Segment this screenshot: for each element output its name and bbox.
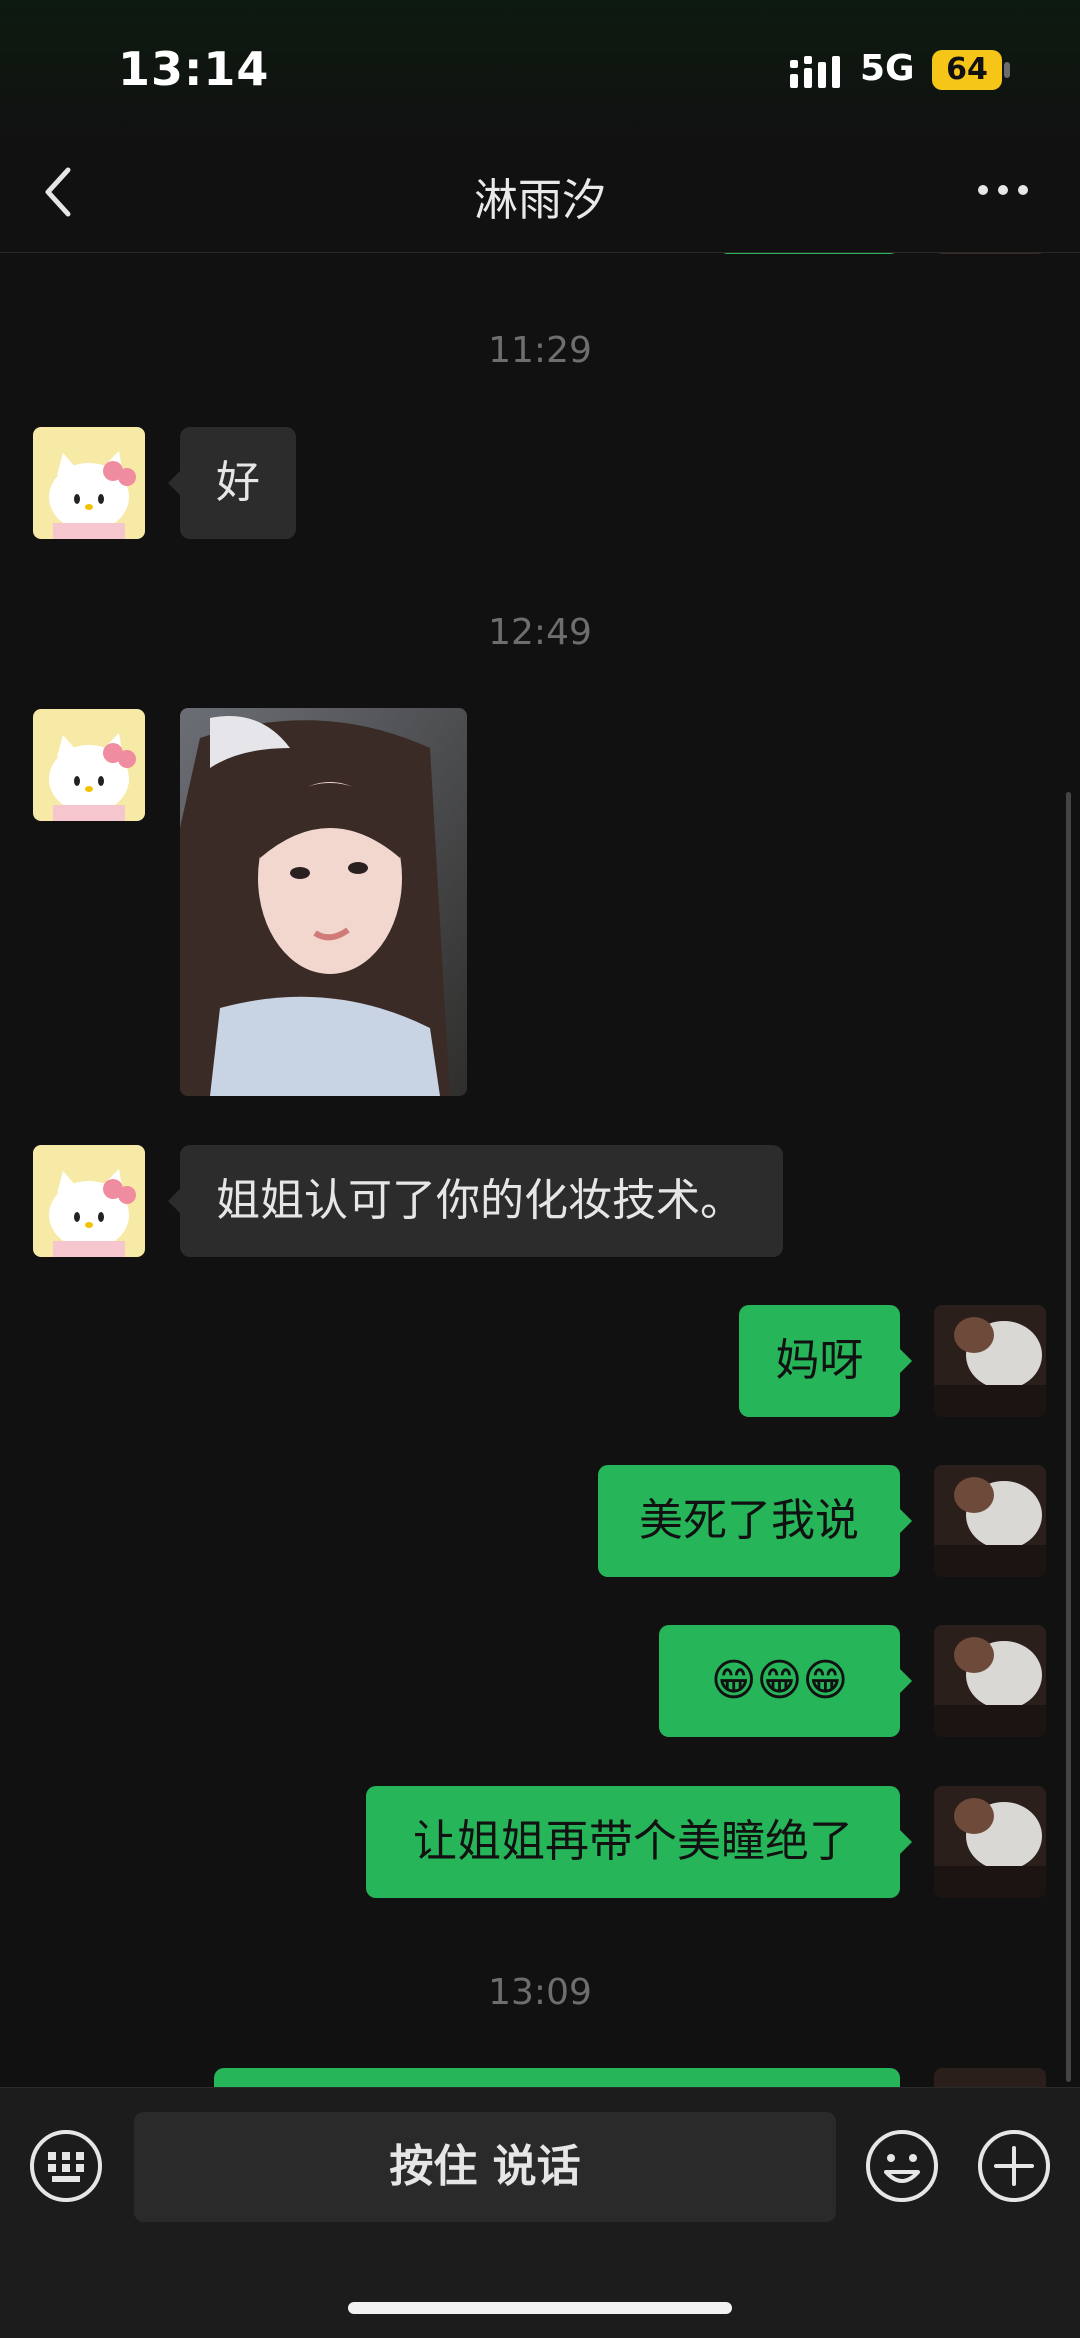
message-bubble-sent[interactable]: 😁😁😁 (659, 1625, 912, 1737)
chat-title: 淋雨汐 (474, 175, 606, 226)
next-sent-bubble (214, 2068, 900, 2087)
timestamp: 11:29 (488, 330, 592, 371)
self-avatar[interactable] (934, 1786, 1046, 1898)
portrait-photo-image (180, 708, 467, 1096)
timestamp: 12:49 (488, 612, 592, 653)
message-bubble-received[interactable]: 姐姐认可了你的化妆技术。 (168, 1145, 783, 1257)
scroll-indicator[interactable] (1066, 792, 1071, 2082)
chat-area[interactable]: 11:29 好 12:49 姐姐认可了你的化妆技术。 妈呀 美死了我说 😁😁😁 … (0, 252, 1080, 2087)
message-bubble-sent[interactable]: 美死了我说 (598, 1465, 912, 1577)
message-bubble-received[interactable]: 好 (168, 427, 296, 539)
plus-icon[interactable] (976, 2128, 1052, 2204)
contact-avatar[interactable] (33, 1145, 145, 1257)
status-time: 13:14 (118, 42, 270, 96)
cat-avatar-icon (934, 1465, 1046, 1577)
cat-avatar-icon (934, 1786, 1046, 1898)
network-type: 5G (860, 48, 915, 89)
battery-cap (1004, 62, 1010, 78)
input-bar: 按住 说话 (0, 2087, 1080, 2338)
battery-icon: 64 (932, 50, 1002, 90)
self-avatar[interactable] (934, 1625, 1046, 1737)
hello-kitty-avatar-icon (33, 427, 145, 539)
hello-kitty-avatar-icon (33, 1145, 145, 1257)
contact-avatar[interactable] (33, 427, 145, 539)
more-options-icon[interactable] (976, 180, 1030, 200)
battery-level: 64 (946, 52, 988, 87)
hello-kitty-avatar-icon (33, 709, 145, 821)
next-self-avatar (934, 2068, 1046, 2087)
keyboard-icon[interactable] (28, 2128, 104, 2204)
cat-avatar-icon (934, 1625, 1046, 1737)
contact-avatar[interactable] (33, 709, 145, 821)
timestamp: 13:09 (488, 1972, 592, 2013)
hold-to-talk-button[interactable]: 按住 说话 (134, 2112, 836, 2222)
home-indicator[interactable] (348, 2302, 732, 2314)
self-avatar[interactable] (934, 1305, 1046, 1417)
nav-bar: 淋雨汐 (0, 140, 1080, 253)
message-bubble-sent[interactable]: 让姐姐再带个美瞳绝了 (366, 1786, 912, 1898)
self-avatar[interactable] (934, 1465, 1046, 1577)
photo-message[interactable] (180, 708, 467, 1096)
emoji-icon[interactable] (864, 2128, 940, 2204)
cat-avatar-icon (934, 1305, 1046, 1417)
status-bar: 13:14 5G 64 (0, 0, 1080, 140)
message-bubble-sent[interactable]: 妈呀 (739, 1305, 912, 1417)
signal-icon (790, 56, 840, 88)
